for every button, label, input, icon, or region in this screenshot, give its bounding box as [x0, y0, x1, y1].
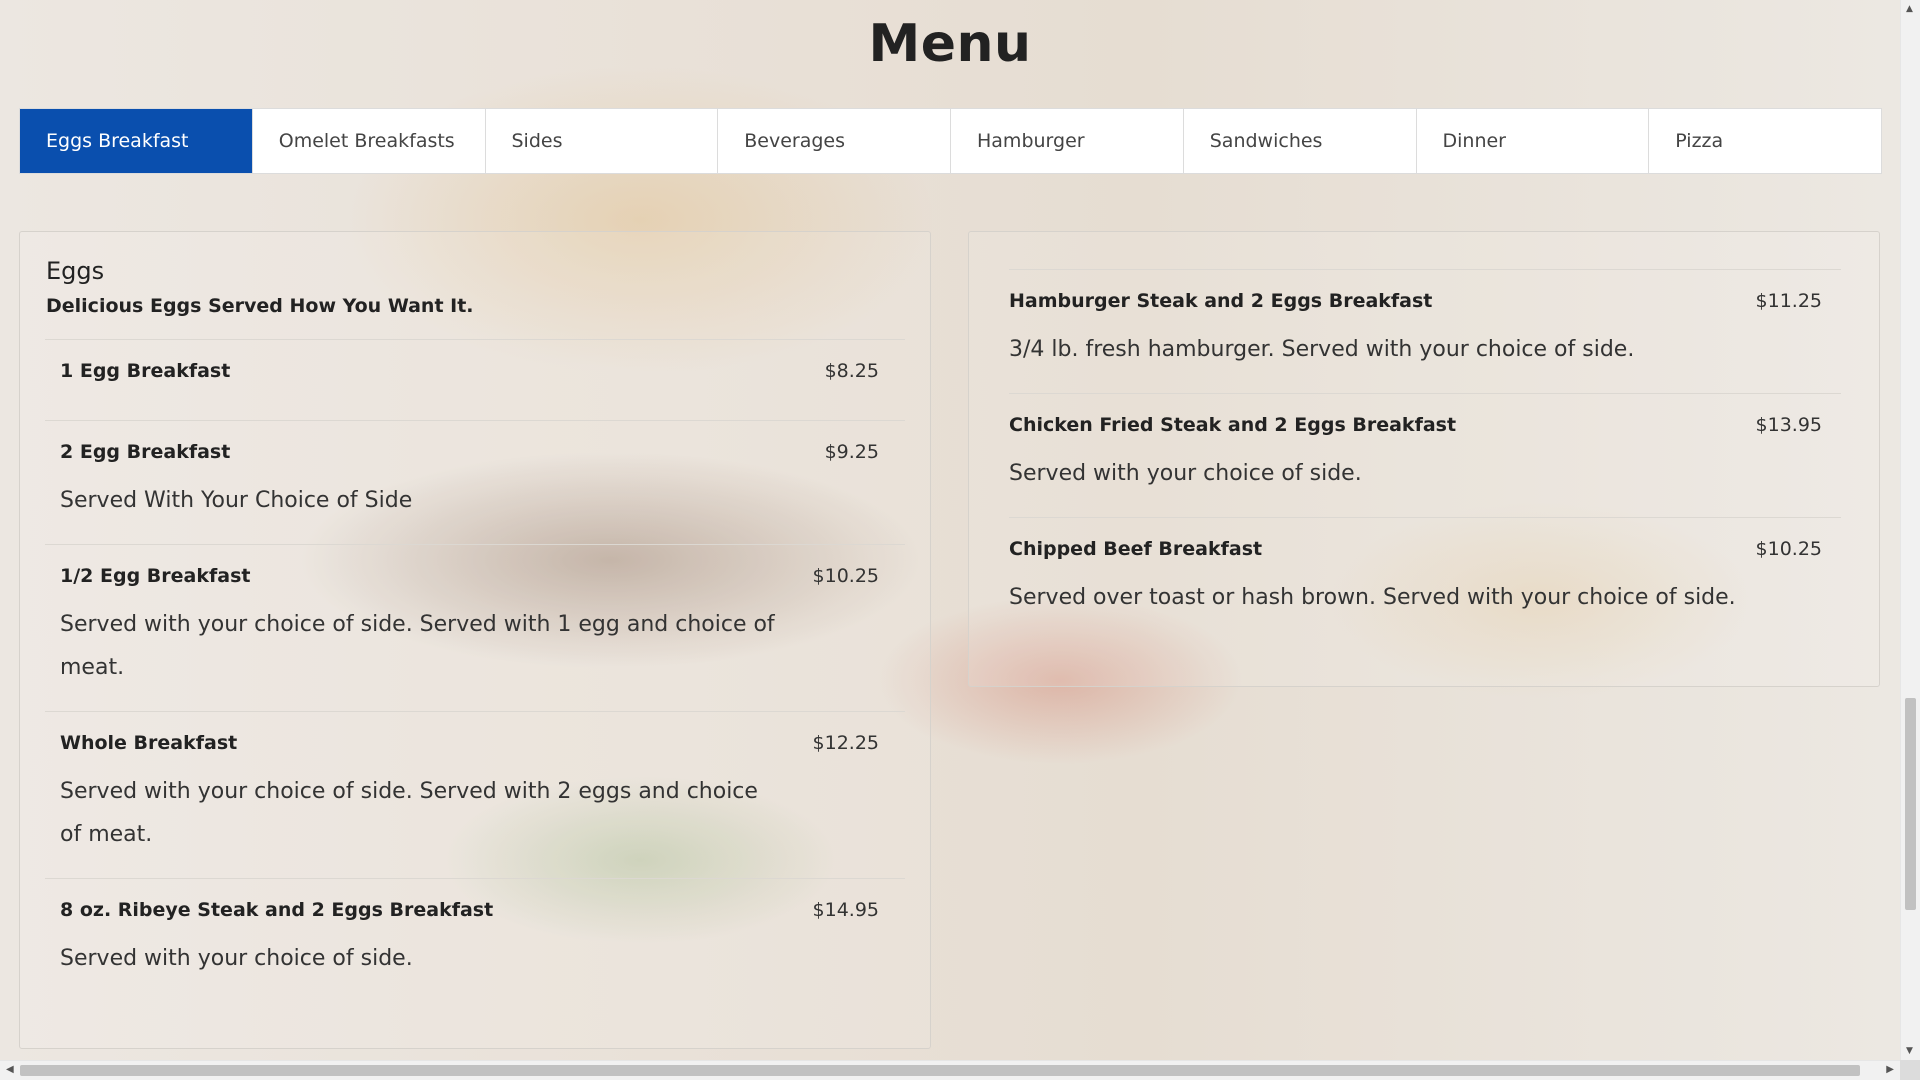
- item-description: Served over toast or hash brown. Served …: [1009, 585, 1736, 610]
- scroll-up-arrow-icon[interactable]: ▲: [1906, 4, 1913, 14]
- scroll-down-arrow-icon[interactable]: ▼: [1906, 1046, 1913, 1056]
- item-price: $10.25: [1755, 538, 1822, 560]
- item-name: 1/2 Egg Breakfast: [60, 565, 251, 587]
- menu-item: Hamburger Steak and 2 Eggs Breakfast $11…: [1009, 269, 1841, 393]
- item-price: $13.95: [1755, 414, 1822, 436]
- item-price: $8.25: [824, 360, 879, 382]
- menu-item: 1/2 Egg Breakfast $10.25 Served with you…: [45, 544, 905, 711]
- item-price: $10.25: [812, 565, 879, 587]
- tab-pizza[interactable]: Pizza: [1648, 109, 1881, 173]
- menu-item: 2 Egg Breakfast $9.25 Served With Your C…: [45, 420, 905, 544]
- item-name: Chipped Beef Breakfast: [1009, 538, 1263, 560]
- vertical-scroll-thumb[interactable]: [1905, 698, 1916, 910]
- tab-hamburger[interactable]: Hamburger: [950, 109, 1183, 173]
- horizontal-scrollbar[interactable]: ◀ ▶: [0, 1060, 1900, 1080]
- menu-item: Whole Breakfast $12.25 Served with your …: [45, 711, 905, 878]
- item-description: Served with your choice of side. Served …: [60, 779, 758, 847]
- tab-dinner[interactable]: Dinner: [1415, 109, 1649, 173]
- tab-eggs-breakfast[interactable]: Eggs Breakfast: [20, 109, 252, 173]
- horizontal-scroll-thumb[interactable]: [20, 1065, 1860, 1076]
- item-name: Hamburger Steak and 2 Eggs Breakfast: [1009, 290, 1433, 312]
- menu-panel-right: Hamburger Steak and 2 Eggs Breakfast $11…: [968, 231, 1880, 687]
- item-price: $14.95: [812, 899, 879, 921]
- scroll-right-arrow-icon[interactable]: ▶: [1886, 1064, 1894, 1075]
- page-title: Menu: [868, 14, 1032, 74]
- item-name: Chicken Fried Steak and 2 Eggs Breakfast: [1009, 414, 1457, 436]
- item-price: $12.25: [812, 732, 879, 754]
- tab-sandwiches[interactable]: Sandwiches: [1182, 109, 1416, 173]
- menu-item: 8 oz. Ribeye Steak and 2 Eggs Breakfast …: [45, 878, 905, 1002]
- item-name: 2 Egg Breakfast: [60, 441, 231, 463]
- page-viewport: Menu Eggs Breakfast Omelet Breakfasts Si…: [0, 0, 1900, 1060]
- tab-beverages[interactable]: Beverages: [717, 109, 950, 173]
- tab-omelet-breakfasts[interactable]: Omelet Breakfasts: [251, 109, 485, 173]
- item-description: Served With Your Choice of Side: [60, 488, 413, 513]
- item-price: $9.25: [824, 441, 879, 463]
- item-description: Served with your choice of side.: [60, 946, 413, 971]
- item-price: $11.25: [1755, 290, 1822, 312]
- tab-sides[interactable]: Sides: [484, 109, 718, 173]
- menu-item: Chicken Fried Steak and 2 Eggs Breakfast…: [1009, 393, 1841, 517]
- item-description: Served with your choice of side. Served …: [60, 612, 775, 680]
- menu-panel-left: Eggs Delicious Eggs Served How You Want …: [19, 231, 931, 1049]
- scrollbar-corner: [1900, 1060, 1920, 1080]
- item-description: 3/4 lb. fresh hamburger. Served with you…: [1009, 337, 1635, 362]
- item-name: 1 Egg Breakfast: [60, 360, 231, 382]
- item-name: 8 oz. Ribeye Steak and 2 Eggs Breakfast: [60, 899, 494, 921]
- vertical-scrollbar[interactable]: ▲ ▼: [1900, 0, 1920, 1060]
- section-title: Eggs: [46, 257, 105, 285]
- section-subtitle: Delicious Eggs Served How You Want It.: [46, 295, 474, 317]
- menu-tabs: Eggs Breakfast Omelet Breakfasts Sides B…: [19, 108, 1882, 174]
- scroll-left-arrow-icon[interactable]: ◀: [6, 1064, 14, 1075]
- item-name: Whole Breakfast: [60, 732, 238, 754]
- menu-item: 1 Egg Breakfast $8.25: [45, 339, 905, 420]
- menu-item: Chipped Beef Breakfast $10.25 Served ove…: [1009, 517, 1841, 641]
- item-description: Served with your choice of side.: [1009, 461, 1362, 486]
